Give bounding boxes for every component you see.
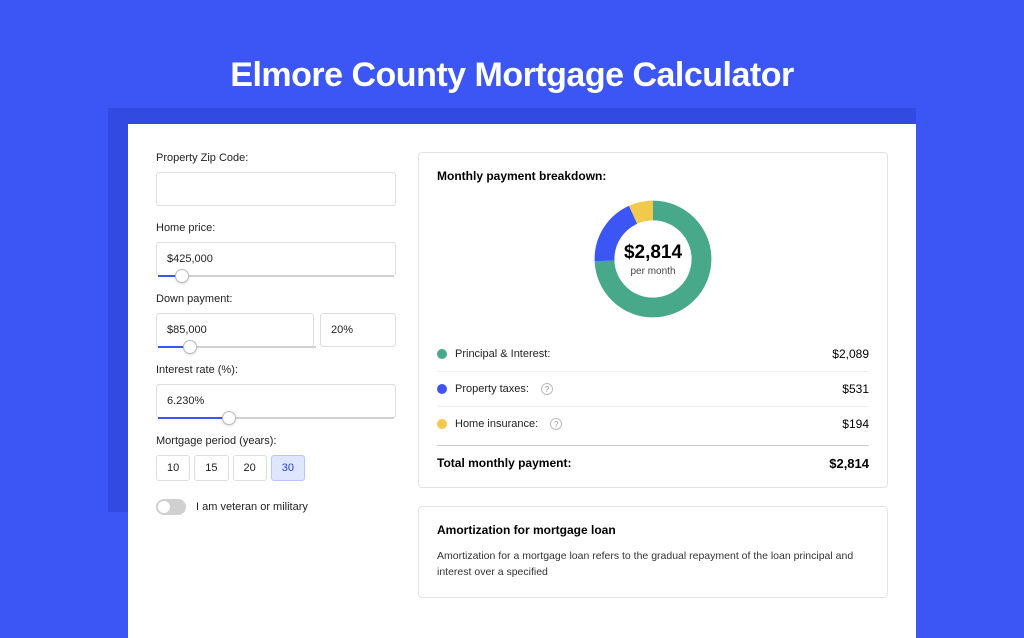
period-btn-30[interactable]: 30 bbox=[271, 455, 305, 481]
period-btn-15[interactable]: 15 bbox=[194, 455, 228, 481]
interest-label: Interest rate (%): bbox=[156, 364, 396, 376]
calculator-panel: Property Zip Code: Home price: Down paym… bbox=[128, 124, 916, 638]
down-payment-slider[interactable] bbox=[158, 346, 316, 348]
line-label: Principal & Interest: bbox=[455, 348, 550, 360]
results-column: Monthly payment breakdown: $2,814 per mo… bbox=[418, 152, 888, 598]
interest-slider[interactable] bbox=[158, 417, 394, 419]
zip-block: Property Zip Code: bbox=[156, 152, 396, 206]
total-row: Total monthly payment: $2,814 bbox=[437, 445, 869, 471]
amortization-title: Amortization for mortgage loan bbox=[437, 523, 869, 537]
page-title: Elmore County Mortgage Calculator bbox=[0, 56, 1024, 95]
breakdown-line: Property taxes:? $531 bbox=[437, 371, 869, 406]
veteran-label: I am veteran or military bbox=[196, 501, 308, 513]
breakdown-line: Principal & Interest: $2,089 bbox=[437, 337, 869, 371]
donut-center: $2,814 per month bbox=[589, 195, 717, 323]
interest-slider-fill bbox=[158, 417, 229, 419]
period-btn-20[interactable]: 20 bbox=[233, 455, 267, 481]
legend-dot bbox=[437, 349, 447, 359]
total-label: Total monthly payment: bbox=[437, 456, 571, 471]
form-column: Property Zip Code: Home price: Down paym… bbox=[156, 152, 396, 598]
legend-dot bbox=[437, 384, 447, 394]
breakdown-lines: Principal & Interest: $2,089 Property taxe… bbox=[437, 337, 869, 441]
zip-input[interactable] bbox=[156, 172, 396, 206]
breakdown-card: Monthly payment breakdown: $2,814 per mo… bbox=[418, 152, 888, 488]
down-payment-slider-thumb[interactable] bbox=[183, 340, 197, 354]
down-payment-input[interactable] bbox=[156, 313, 314, 347]
interest-slider-thumb[interactable] bbox=[222, 411, 236, 425]
donut-chart: $2,814 per month bbox=[589, 195, 717, 323]
line-value: $531 bbox=[842, 382, 869, 396]
donut-sub: per month bbox=[630, 266, 675, 277]
interest-input[interactable] bbox=[156, 384, 396, 418]
donut-amount: $2,814 bbox=[624, 242, 682, 264]
veteran-toggle[interactable] bbox=[156, 499, 186, 515]
info-icon[interactable]: ? bbox=[541, 383, 553, 395]
period-label: Mortgage period (years): bbox=[156, 435, 396, 447]
breakdown-line: Home insurance:? $194 bbox=[437, 406, 869, 441]
line-value: $2,089 bbox=[832, 347, 869, 361]
amortization-card: Amortization for mortgage loan Amortizat… bbox=[418, 506, 888, 598]
down-payment-pct-input[interactable] bbox=[320, 313, 396, 347]
period-btn-10[interactable]: 10 bbox=[156, 455, 190, 481]
veteran-row: I am veteran or military bbox=[156, 499, 396, 515]
donut-chart-wrap: $2,814 per month bbox=[437, 195, 869, 323]
interest-block: Interest rate (%): bbox=[156, 364, 396, 419]
info-icon[interactable]: ? bbox=[550, 418, 562, 430]
line-label: Property taxes: bbox=[455, 383, 529, 395]
total-value: $2,814 bbox=[829, 456, 869, 471]
line-value: $194 bbox=[842, 417, 869, 431]
home-price-slider[interactable] bbox=[158, 275, 394, 277]
down-payment-block: Down payment: bbox=[156, 293, 396, 348]
period-options: 10152030 bbox=[156, 455, 396, 481]
breakdown-title: Monthly payment breakdown: bbox=[437, 169, 869, 183]
amortization-body: Amortization for a mortgage loan refers … bbox=[437, 549, 869, 581]
zip-label: Property Zip Code: bbox=[156, 152, 396, 164]
legend-dot bbox=[437, 419, 447, 429]
home-price-slider-thumb[interactable] bbox=[175, 269, 189, 283]
home-price-input[interactable] bbox=[156, 242, 396, 276]
down-payment-label: Down payment: bbox=[156, 293, 396, 305]
home-price-label: Home price: bbox=[156, 222, 396, 234]
line-label: Home insurance: bbox=[455, 418, 538, 430]
home-price-block: Home price: bbox=[156, 222, 396, 277]
period-block: Mortgage period (years): 10152030 bbox=[156, 435, 396, 481]
